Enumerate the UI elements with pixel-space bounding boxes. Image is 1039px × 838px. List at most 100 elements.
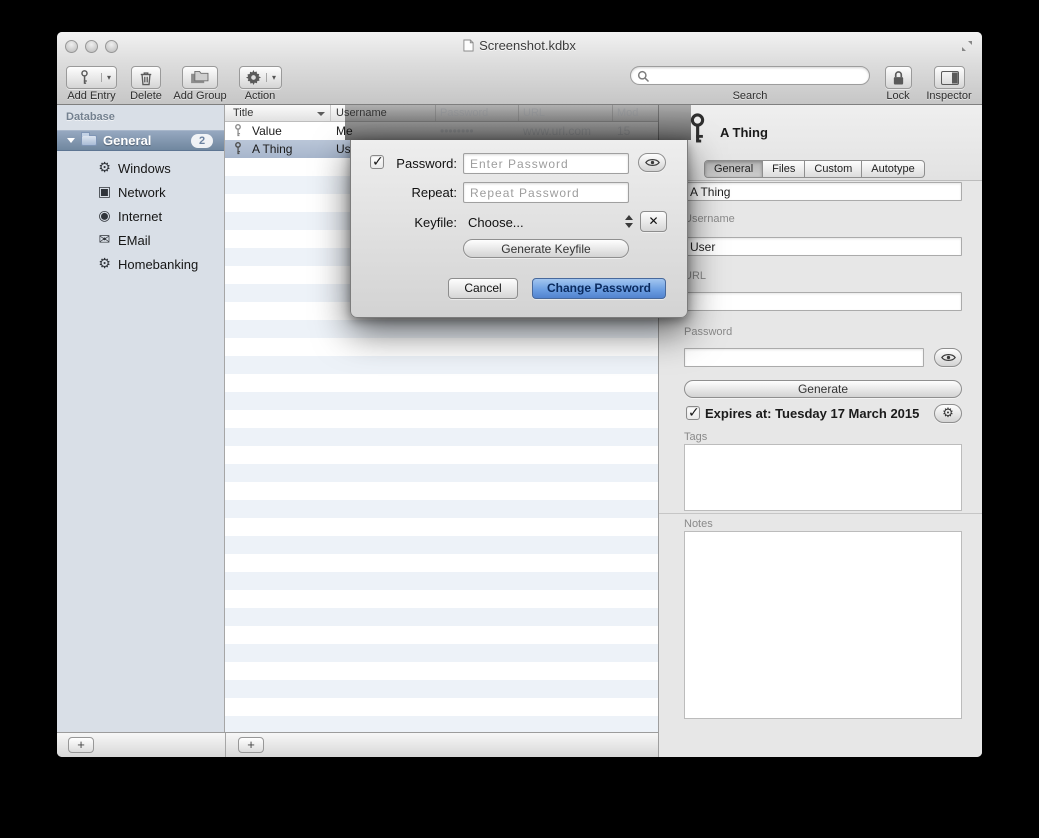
folder-icon [81,135,97,146]
generate-keyfile-button[interactable]: Generate Keyfile [463,239,629,258]
disclosure-triangle-icon[interactable] [67,138,75,143]
inspector-panel: A Thing General Files Custom Autotype Us… [658,105,982,757]
trash-icon [132,67,160,88]
close-icon: ✕ [648,214,658,228]
inspector-header: A Thing General Files Custom Autotype [659,105,982,181]
search-field[interactable] [630,66,870,85]
key-icon [234,124,242,138]
expiry-gear-button[interactable]: ⚙ [934,404,962,423]
sidebar-item-label: Homebanking [118,257,198,272]
minimize-button[interactable] [85,40,98,53]
zoom-button[interactable] [105,40,118,53]
sidebar: Database General 2 ⚙ Windows ▣ Network ◉… [57,105,225,732]
cell-title: Value [252,124,282,138]
clear-keyfile-button[interactable]: ✕ [640,211,667,232]
key-icon [689,113,706,147]
tab-autotype[interactable]: Autotype [862,161,923,177]
document-icon [463,39,474,52]
cancel-button[interactable]: Cancel [448,278,518,299]
add-entry-plus-button[interactable]: + [238,737,264,753]
sort-indicator-icon [317,112,325,116]
fullscreen-icon[interactable] [961,40,973,52]
bottom-bar: + + [57,732,658,757]
username-label: Username [684,213,735,225]
tags-field[interactable] [684,444,962,511]
title-field[interactable] [684,182,962,201]
reveal-password-button[interactable] [638,153,666,172]
window-chrome: Screenshot.kdbx ▾ Add Entry Delete Add G… [57,32,982,105]
tags-label: Tags [684,431,707,443]
sidebar-item-label: Windows [118,161,171,176]
chevron-down-icon[interactable]: ▾ [101,73,116,82]
password-input[interactable] [463,153,629,174]
reveal-password-button[interactable] [934,348,962,367]
sidebar-item-email[interactable]: ✉ EMail [57,228,224,252]
expires-checkbox[interactable] [686,406,700,420]
search-input[interactable] [653,67,861,84]
tab-general[interactable]: General [705,161,763,177]
sidebar-item-network[interactable]: ▣ Network [57,180,224,204]
sidebar-item-internet[interactable]: ◉ Internet [57,204,224,228]
inspector-tabs: General Files Custom Autotype [704,160,925,178]
key-icon [234,142,242,156]
change-password-dialog: Password: Repeat: Keyfile: Choose... ✕ G… [350,140,688,318]
add-entry-button[interactable]: ▾ [66,66,117,89]
group-label: General [103,133,151,148]
notes-field[interactable] [684,531,962,719]
eye-icon [645,158,660,167]
keyfile-popup[interactable]: Choose... [468,215,524,230]
envelope-icon: ✉ [96,232,113,248]
tab-files[interactable]: Files [763,161,805,177]
delete-button[interactable] [131,66,161,89]
column-header-title[interactable]: Title [233,107,253,119]
sidebar-item-homebanking[interactable]: ⚙ Homebanking [57,252,224,276]
sidebar-item-label: Internet [118,209,162,224]
key-icon [67,67,101,88]
tab-custom[interactable]: Custom [805,161,862,177]
entry-title: A Thing [720,125,768,140]
add-group-plus-button[interactable]: + [68,737,94,753]
monitor-icon: ▣ [96,184,113,200]
eye-icon [941,353,956,362]
password-field[interactable] [684,348,924,367]
inspector-label: Inspector [904,90,982,102]
window-title: Screenshot.kdbx [177,38,862,53]
inspector-panel-icon [935,67,964,88]
entry-count-badge: 2 [191,134,213,148]
lock-icon [886,67,911,88]
cell-title: A Thing [252,142,292,156]
username-field[interactable] [684,237,962,256]
gear-icon [240,67,266,88]
add-group-button[interactable] [182,66,218,89]
chevron-down-icon[interactable]: ▾ [266,73,281,82]
notes-label: Notes [684,518,713,530]
folders-icon [183,67,217,88]
url-field[interactable] [684,292,962,311]
close-button[interactable] [65,40,78,53]
stepper-icon[interactable] [623,214,635,230]
sidebar-item-label: EMail [118,233,151,248]
keyfile-label: Keyfile: [387,215,457,230]
action-label: Action [225,90,295,102]
globe-icon: ◉ [96,208,113,224]
inspector-button[interactable] [934,66,965,89]
gear-icon: ⚙ [942,406,954,421]
app-window: Screenshot.kdbx ▾ Add Entry Delete Add G… [57,32,982,757]
gear-icon: ⚙ [96,256,113,272]
repeat-input[interactable] [463,182,629,203]
expires-label: Expires at: Tuesday 17 March 2015 [705,406,919,421]
generate-password-button[interactable]: Generate [684,380,962,398]
password-label: Password [684,326,732,338]
password-checkbox[interactable] [370,155,384,169]
sidebar-item-label: Network [118,185,166,200]
search-label: Search [710,90,790,102]
sidebar-group-general[interactable]: General 2 [57,130,224,151]
sidebar-header: Database [66,111,115,123]
sidebar-item-windows[interactable]: ⚙ Windows [57,156,224,180]
action-button[interactable]: ▾ [239,66,282,89]
sheet-shadow [345,105,691,140]
search-icon [637,70,650,83]
change-password-button[interactable]: Change Password [532,278,666,299]
gear-icon: ⚙ [96,160,113,176]
lock-button[interactable] [885,66,912,89]
